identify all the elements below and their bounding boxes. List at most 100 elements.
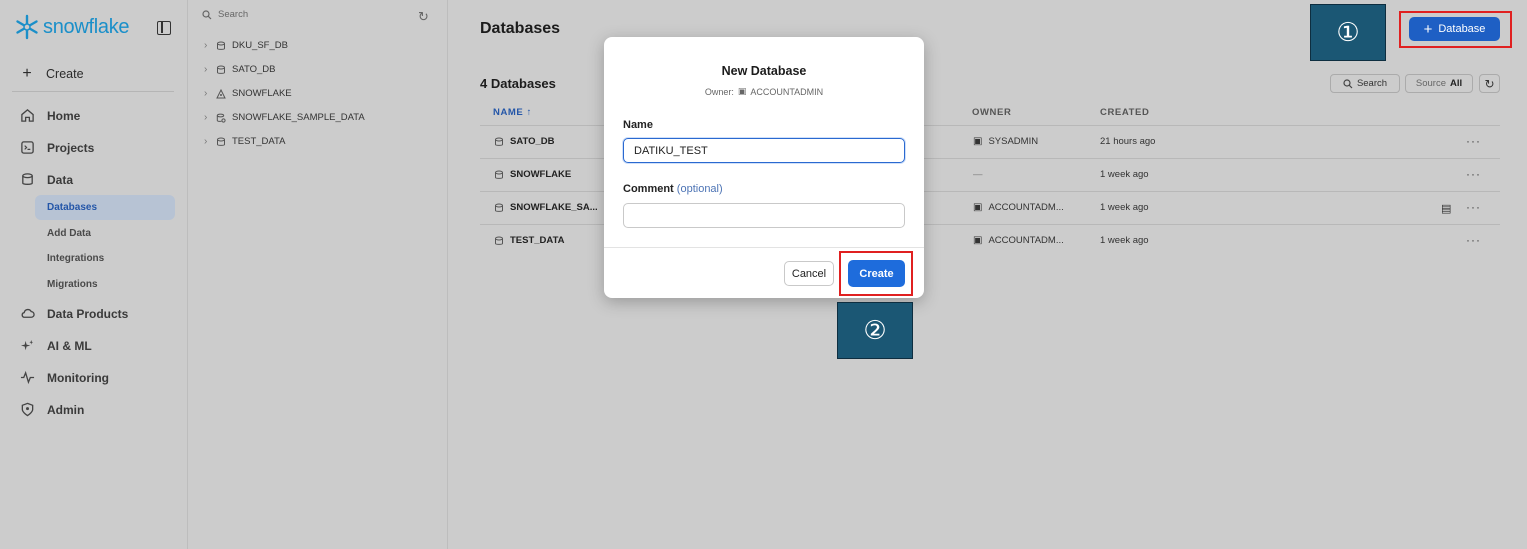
tree-item-label: SNOWFLAKE [232, 88, 292, 99]
create-button[interactable]: + Create [20, 65, 84, 83]
chevron-right-icon[interactable]: › [204, 112, 210, 123]
tree-item[interactable]: › SATO_DB [204, 64, 275, 75]
row-created: 1 week ago [1100, 235, 1149, 246]
highlight-box-create [839, 251, 913, 296]
database-icon [495, 203, 503, 212]
sidebar-item-data-products[interactable]: Data Products [20, 306, 128, 321]
sidebar-item-label: Data Products [47, 306, 129, 321]
tree-item[interactable]: › TEST_DATA [204, 136, 286, 147]
pulse-icon [20, 370, 35, 385]
sidebar-item-ai-ml[interactable]: AI & ML [20, 338, 92, 353]
tree-item[interactable]: › DKU_SF_DB [204, 40, 288, 51]
row-owner: ▣ ACCOUNTADM... [973, 202, 1064, 213]
row-owner: ▣ ACCOUNTADM... [973, 235, 1064, 246]
sidebar-subitem-migrations[interactable]: Migrations [35, 272, 175, 297]
more-options-icon[interactable]: ··· [1466, 233, 1481, 247]
sidebar-subitem-integrations[interactable]: Integrations [35, 246, 175, 271]
row-created: 21 hours ago [1100, 136, 1156, 147]
sidebar-item-label: Admin [47, 402, 85, 417]
sidebar-item-label: Home [47, 108, 81, 123]
dialog-divider [604, 247, 924, 248]
row-created: 1 week ago [1100, 169, 1149, 180]
source-filter-button[interactable]: Source All [1405, 74, 1473, 93]
chevron-right-icon[interactable]: › [204, 88, 210, 99]
row-owner: — [973, 169, 983, 180]
home-icon [21, 109, 34, 122]
tree-item[interactable]: › SNOWFLAKE_SAMPLE_DATA [204, 112, 365, 123]
tree-item[interactable]: › SNOWFLAKE [204, 88, 292, 99]
role-icon: ▣ [737, 86, 747, 96]
search-icon [202, 9, 212, 19]
owner-label: Owner: [704, 86, 734, 97]
shield-icon [21, 402, 34, 417]
snowflake-logo[interactable]: snowflake [14, 14, 130, 40]
more-options-icon[interactable]: ··· [1466, 200, 1481, 214]
row-owner-text: SYSADMIN [988, 136, 1039, 147]
cancel-button[interactable]: Cancel [784, 261, 834, 286]
sidebar-subitem-databases[interactable]: Databases [35, 195, 175, 220]
database-icon [217, 65, 225, 74]
row-name: SATO_DB [510, 136, 555, 147]
sidebar: snowflake + Create Home Projects Data Da… [0, 0, 188, 549]
sidebar-item-home[interactable]: Home [20, 108, 80, 123]
sparkle-icon [20, 339, 34, 351]
sidebar-item-label: Monitoring [47, 370, 109, 385]
terminal-icon [21, 141, 34, 154]
search-button[interactable]: Search [1330, 74, 1400, 93]
role-icon: ▣ [973, 136, 983, 147]
refresh-button[interactable]: ↻ [1479, 74, 1500, 93]
dialog-title: New Database [721, 64, 807, 78]
refresh-icon: ↻ [1484, 76, 1495, 91]
tree-item-label: DKU_SF_DB [232, 40, 288, 51]
sidebar-subitem-add-data[interactable]: Add Data [35, 221, 175, 246]
sidebar-item-data[interactable]: Data [20, 172, 73, 187]
chevron-right-icon[interactable]: › [204, 64, 210, 75]
snowflake-logo-icon [16, 14, 38, 40]
table-row[interactable]: SATO_DB [494, 136, 555, 147]
name-input[interactable]: DATIKU_TEST [623, 138, 905, 163]
more-options-icon[interactable]: ··· [1466, 134, 1481, 148]
comment-input[interactable] [623, 203, 905, 228]
database-icon [217, 41, 225, 50]
column-header-name[interactable]: NAME ↑ [493, 107, 532, 118]
step-2-badge: ② [837, 302, 913, 359]
cloud-icon [21, 308, 35, 318]
sidebar-item-label: Projects [47, 140, 95, 155]
row-created: 1 week ago [1100, 202, 1149, 213]
sidebar-item-label: Data [47, 172, 74, 187]
comment-icon[interactable]: ▤ [1441, 202, 1451, 215]
source-filter-value: All [1449, 78, 1463, 89]
column-header-created[interactable]: CREATED [1100, 107, 1149, 118]
search-icon [1343, 78, 1353, 88]
database-icon [22, 173, 33, 185]
sidebar-item-admin[interactable]: Admin [20, 402, 84, 417]
table-row[interactable]: SNOWFLAKE [494, 169, 571, 180]
refresh-icon[interactable]: ↻ [418, 9, 429, 25]
logo-text: snowflake [43, 15, 130, 38]
comment-optional-text: (optional) [676, 183, 723, 195]
comment-label: Comment (optional) [623, 183, 723, 195]
step-1-badge: ① [1310, 4, 1386, 61]
column-header-label: NAME [493, 107, 524, 118]
more-options-icon[interactable]: ··· [1466, 167, 1481, 181]
chevron-right-icon[interactable]: › [204, 136, 210, 147]
tree-search-input[interactable]: Search [202, 9, 248, 20]
create-label: Create [46, 67, 84, 81]
page-title: Databases [480, 20, 561, 37]
sidebar-collapse-icon[interactable] [157, 21, 171, 35]
sidebar-item-projects[interactable]: Projects [20, 140, 94, 155]
database-count-title: 4 Databases [480, 76, 556, 91]
plus-icon: + [22, 65, 32, 82]
database-icon [495, 137, 503, 146]
table-row[interactable]: SNOWFLAKE_SA... [494, 202, 598, 213]
role-icon: ▣ [973, 202, 983, 213]
owner-value: ACCOUNTADMIN [750, 86, 824, 97]
shared-database-icon [216, 88, 226, 98]
chevron-right-icon[interactable]: › [204, 40, 210, 51]
tree-search-placeholder: Search [218, 9, 249, 20]
table-row[interactable]: TEST_DATA [494, 235, 565, 246]
row-name: TEST_DATA [510, 235, 565, 246]
sidebar-item-monitoring[interactable]: Monitoring [20, 370, 109, 385]
database-icon [495, 170, 503, 179]
column-header-owner[interactable]: OWNER [972, 107, 1011, 118]
